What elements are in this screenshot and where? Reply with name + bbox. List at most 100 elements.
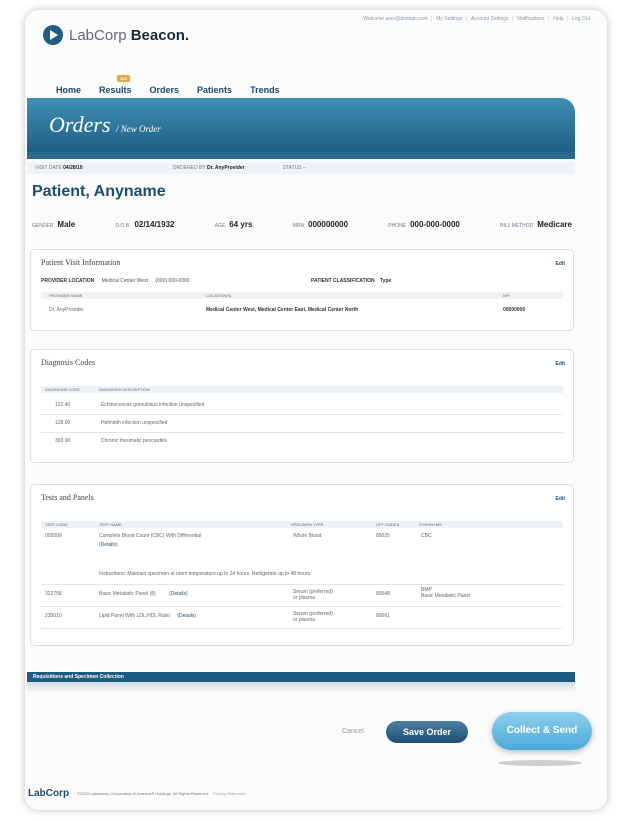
footer: LabCorp ©2010 Laboratory Corporation of … [28, 788, 246, 799]
provider-name-cell: Dr. AnyProvider [49, 307, 84, 313]
separator: | [430, 16, 432, 22]
copyright-text: ©2010 Laboratory Corporation of America®… [77, 791, 210, 796]
logo-text: LabCorp Beacon. [69, 27, 189, 44]
specimen-cell: Serum (preferred) or plasma [293, 611, 333, 623]
test-name-cell: Basic Metabolic Panel (8) (Details) [99, 591, 188, 597]
help-link[interactable]: Help [553, 16, 563, 22]
bill-method-field: BILL METHOD Medicare [500, 220, 572, 229]
cpt-cell: 80048 [376, 591, 390, 597]
diagnosis-code-cell: 393.00 [55, 438, 71, 444]
dob-label: D.O.B. [115, 223, 131, 229]
cpt-cell: 85025 [376, 533, 390, 539]
top-links: Welcome user@domain.com | My Settings | Ac… [360, 16, 593, 22]
bill-method-label: BILL METHOD [500, 223, 534, 229]
diagnosis-desc-cell: Helminth infection unspecified [101, 420, 168, 426]
labcorp-arrow-icon [43, 25, 63, 45]
nav-results[interactable]: Results 123 [99, 75, 132, 95]
test-name-cell: Complete Blood Count (CBC) With Differen… [99, 533, 202, 539]
requisitions-bar[interactable]: Requisitions and Specimen Collection [27, 672, 575, 682]
main-nav: Home Results 123 Orders Patients Trends [56, 75, 280, 95]
test-details-link[interactable]: (Details) [169, 591, 188, 597]
mrn-label: MRN [292, 223, 305, 229]
row-divider [41, 584, 563, 585]
mrn-field: MRN 000000000 [293, 220, 348, 229]
col-diagnosis-code: DIAGNOSIS CODE [45, 387, 80, 392]
nav-trends[interactable]: Trends [250, 85, 280, 95]
test-name-text: Basic Metabolic Panel (8) [99, 591, 156, 597]
col-diagnosis-desc: DIAGNOSIS DESCRIPTION [99, 387, 150, 392]
provider-phone: (000) 000-0000 [155, 278, 190, 284]
diagnosis-edit-link[interactable]: Edit [556, 361, 565, 367]
nav-home[interactable]: Home [56, 85, 81, 95]
patient-name: Patient, Anyname [32, 183, 166, 200]
gender-field: GENDER Male [32, 220, 75, 229]
provider-location-value: Medical Center West [101, 278, 148, 284]
visit-info-title: Patient Visit Information [41, 258, 121, 267]
diagnosis-table-header: DIAGNOSIS CODE DIAGNOSIS DESCRIPTION [41, 386, 563, 393]
row-divider [41, 432, 563, 433]
log-out-link[interactable]: Log Out [572, 16, 590, 22]
separator: | [547, 16, 549, 22]
col-test-code: TEST CODE [45, 522, 68, 527]
test-code-cell: 322758 [45, 591, 62, 597]
collect-send-button[interactable]: Collect & Send [492, 712, 592, 750]
visit-date-label: VISIT DATE [35, 165, 62, 171]
col-npi: NPI [503, 293, 510, 298]
diagnosis-code-cell: 122.40 [55, 402, 71, 408]
test-name-text: Lipid Panel With LDL:HDL Ratio [99, 613, 170, 619]
locations-cell: Medical Center West, Medical Center East… [206, 307, 359, 313]
page-title-text: Orders [49, 112, 111, 137]
diagnosis-panel: Diagnosis Codes Edit DIAGNOSIS CODE DIAG… [30, 349, 574, 463]
tests-panel: Tests and Panels Edit TEST CODE TEST NAM… [30, 484, 574, 646]
notifications-link[interactable]: Notifications [517, 16, 544, 22]
diagnosis-desc-cell: Chronic rheumatic pericarditis [101, 438, 168, 444]
diagnosis-desc-cell: Echinococcus granulosus infection unspec… [101, 402, 205, 408]
account-settings-link[interactable]: Account Settings [471, 16, 509, 22]
separator: | [465, 16, 467, 22]
footer-logo: LabCorp [28, 788, 70, 799]
save-order-button[interactable]: Save Order [386, 721, 468, 743]
nav-patients[interactable]: Patients [197, 85, 232, 95]
logo-brand-bold: Beacon. [130, 26, 190, 44]
nav-results-label: Results [99, 85, 132, 95]
synonym-line-2: Basic Metabolic Panel [421, 593, 471, 599]
ordered-by: ORDERED BY Dr. AnyProvider [173, 165, 245, 171]
provider-location-row: PROVIDER LOCATION Medical Center West (0… [41, 278, 190, 284]
phone-label: PHONE [388, 223, 407, 229]
privacy-link[interactable]: Privacy Statement [213, 791, 245, 796]
age-field: AGE 64 yrs [215, 220, 253, 229]
age-value: 64 yrs [229, 220, 253, 229]
classification-row: PATIENT CLASSIFICATION Type [311, 278, 391, 284]
diagnosis-code-cell: 128.00 [55, 420, 71, 426]
cancel-button[interactable]: Cancel [342, 728, 364, 735]
page-title: Orders / New Order [49, 112, 161, 138]
tests-title: Tests and Panels [41, 493, 94, 502]
phone-value: 000-000-0000 [410, 220, 460, 229]
npi-cell: 00000000 [503, 307, 526, 313]
labcorp-beacon-logo[interactable]: LabCorp Beacon. [43, 25, 189, 45]
col-synonyms: SYNONYMS [419, 522, 442, 527]
col-specimen: SPECIMEN TYPE [291, 522, 324, 527]
nav-orders[interactable]: Orders [150, 85, 180, 95]
logo-brand-light: LabCorp [69, 26, 127, 44]
test-details-link[interactable]: (Details) [99, 542, 118, 548]
row-divider [41, 414, 563, 415]
results-count-badge: 123 [117, 75, 130, 82]
status-label: STATUS [282, 165, 302, 171]
welcome-text: Welcome user@domain.com [363, 16, 428, 22]
test-details-link[interactable]: (Details) [177, 613, 196, 619]
tests-edit-link[interactable]: Edit [556, 496, 565, 502]
my-settings-link[interactable]: My Settings [436, 16, 462, 22]
phone-field: PHONE 000-000-0000 [388, 220, 460, 229]
synonym-cell: BMP Basic Metabolic Panel [421, 587, 470, 599]
requisitions-strip [27, 682, 575, 692]
specimen-line-2: or plasma [293, 617, 315, 623]
gender-label: GENDER [32, 223, 54, 229]
specimen-line-2: or plasma [293, 595, 315, 601]
test-code-cell: 005009 [45, 533, 62, 539]
visit-info-edit-link[interactable]: Edit [556, 261, 565, 267]
bill-method-value: Medicare [537, 220, 572, 229]
visit-date-value: 04/28/10 [63, 165, 83, 171]
button-shadow [498, 760, 582, 766]
provider-location-label: PROVIDER LOCATION [41, 278, 95, 284]
